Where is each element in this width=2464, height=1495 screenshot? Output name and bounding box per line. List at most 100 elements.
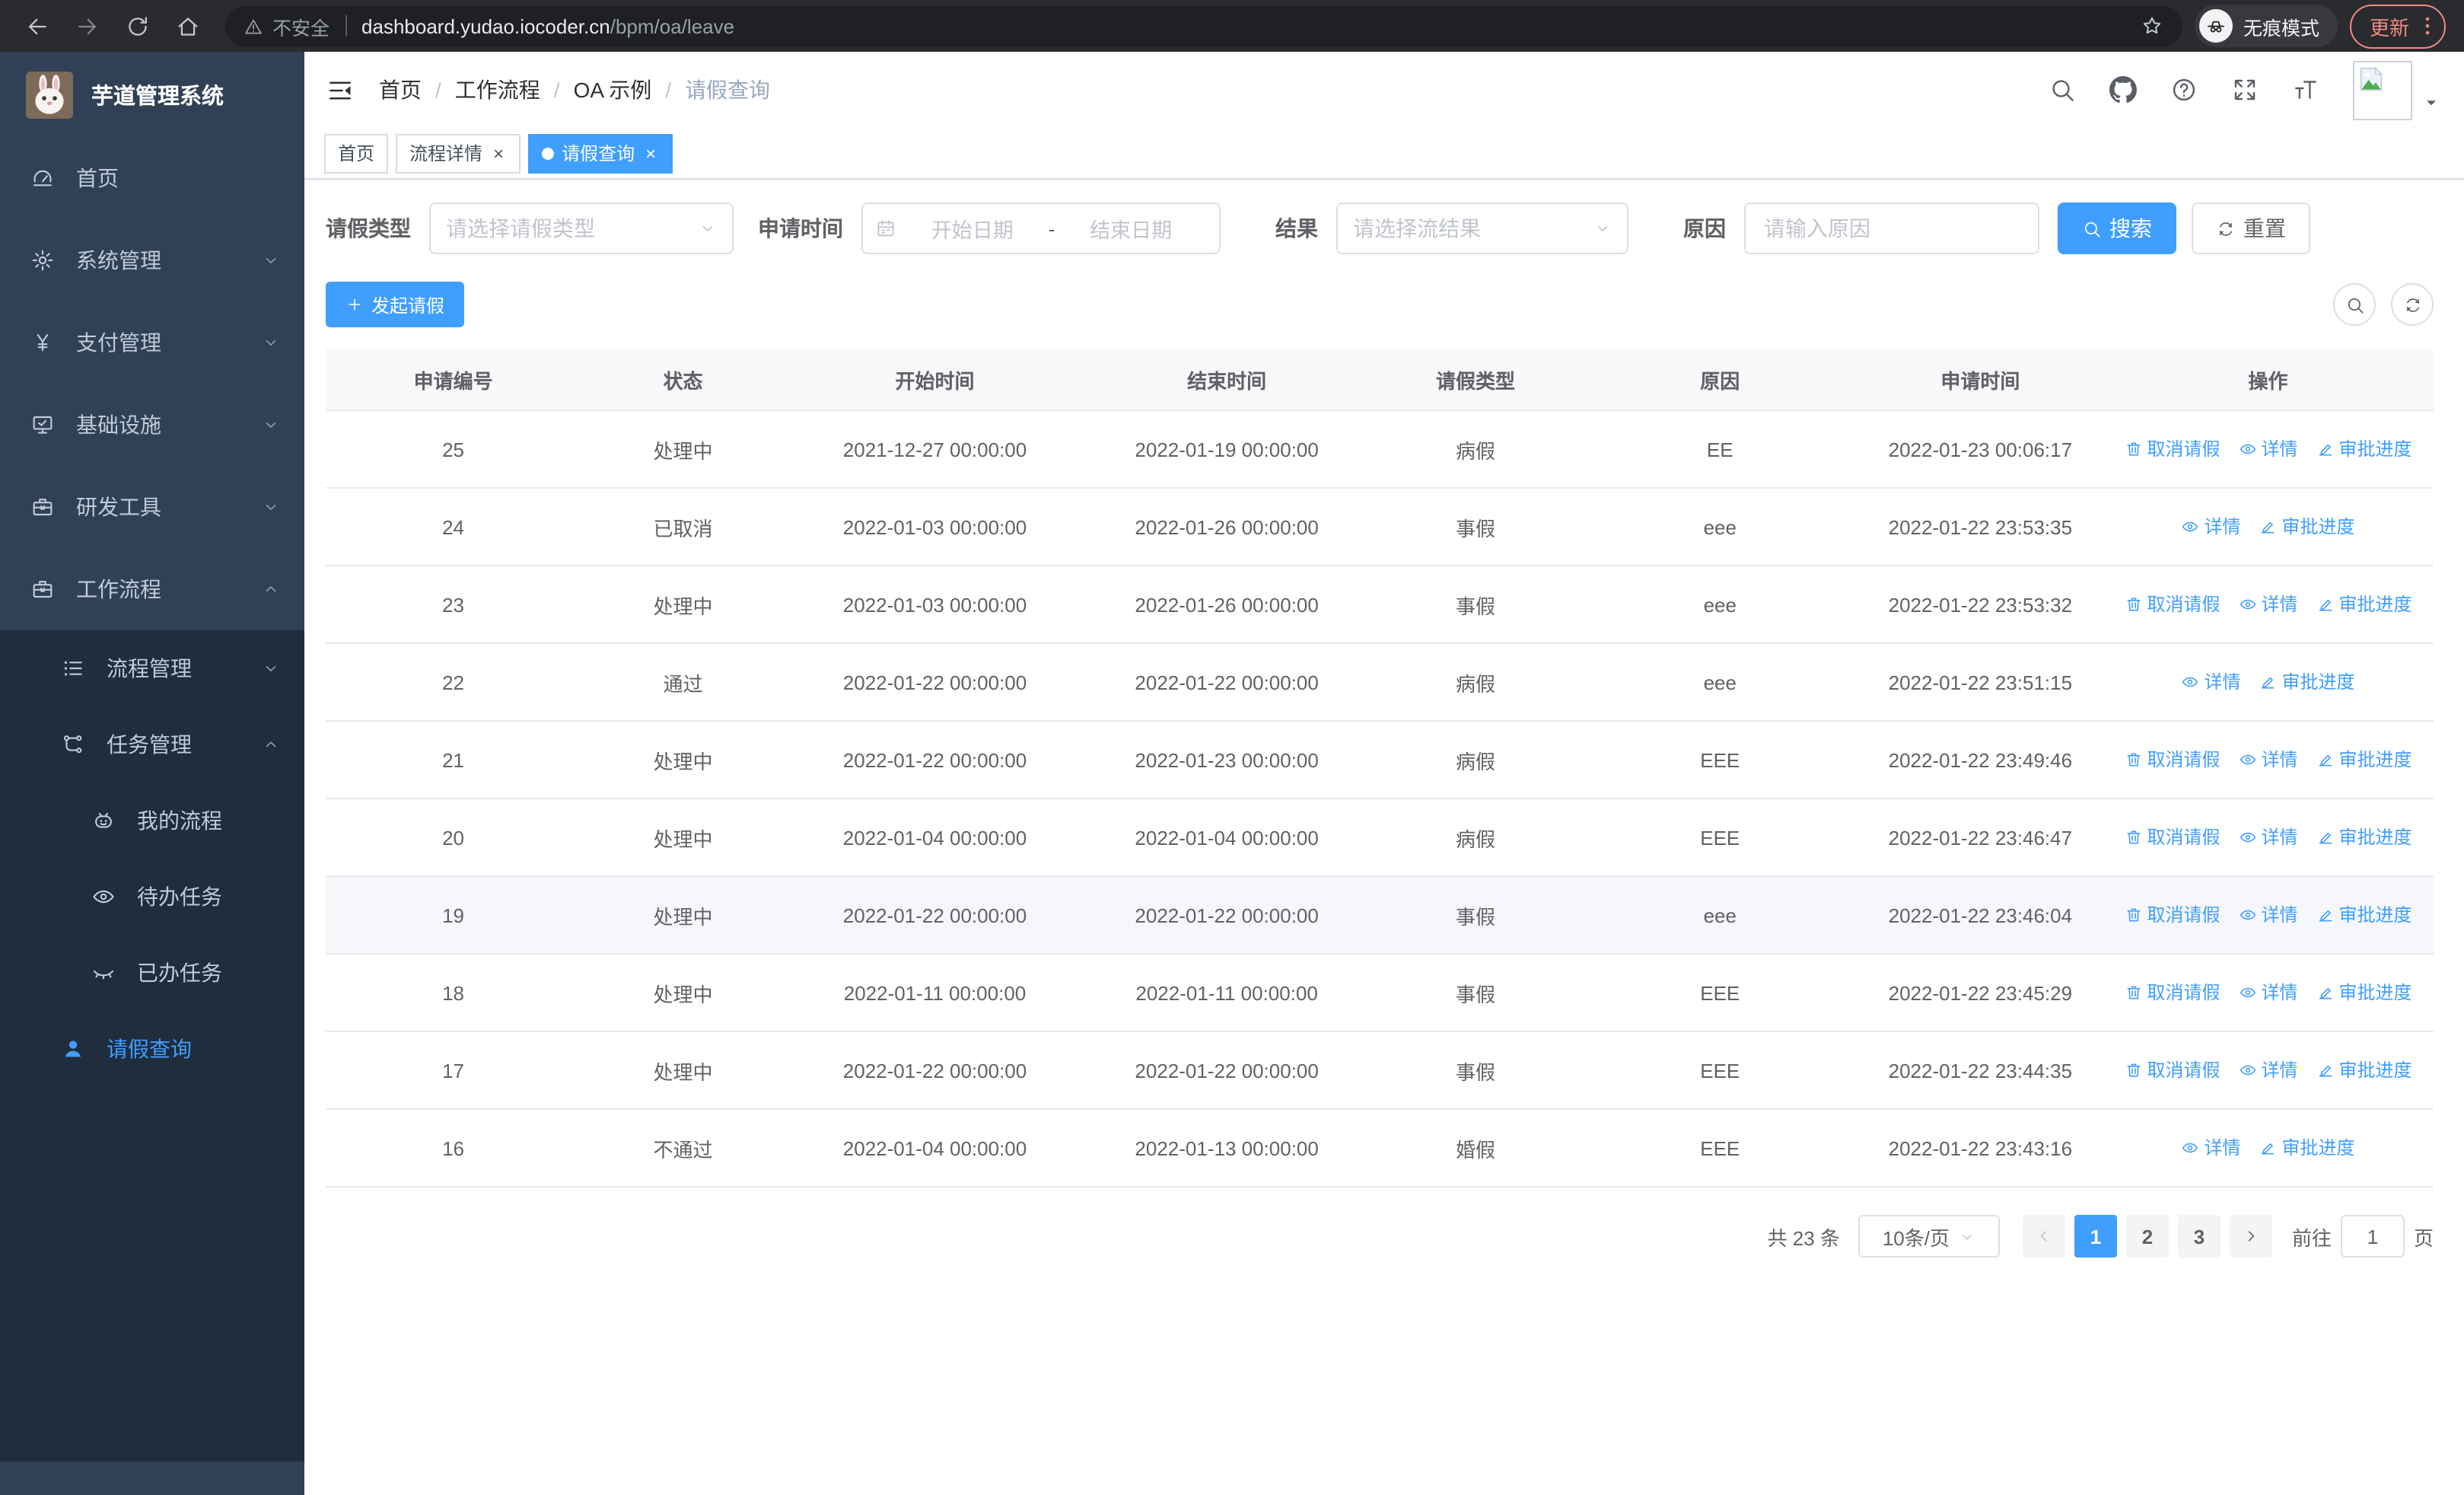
search-button[interactable]: 搜索 <box>2058 202 2176 254</box>
forward-icon[interactable] <box>75 13 100 39</box>
page-button-3[interactable]: 3 <box>2177 1215 2220 1258</box>
action-cancel-link[interactable]: 取消请假 <box>2124 591 2220 617</box>
leave-type-select[interactable]: 请选择请假类型 <box>429 202 734 254</box>
fullscreen-icon[interactable] <box>2231 76 2259 104</box>
browser-update-button[interactable]: 更新 <box>2349 4 2446 48</box>
avatar-caret-down-icon[interactable] <box>2423 94 2440 110</box>
action-cancel-link[interactable]: 取消请假 <box>2124 436 2220 462</box>
cell-end-time: 2022-01-22 00:00:00 <box>1084 1031 1370 1110</box>
action-detail-link[interactable]: 详情 <box>2238 1057 2298 1083</box>
breadcrumb-item[interactable]: 工作流程 <box>455 75 540 105</box>
start-date-placeholder: 开始日期 <box>931 219 1014 242</box>
action-progress-link[interactable]: 审批进度 <box>2316 824 2412 850</box>
toggle-search-button[interactable] <box>2333 283 2376 326</box>
sidebar-item-工作流程[interactable]: 工作流程 <box>0 548 304 630</box>
action-cancel-link[interactable]: 取消请假 <box>2124 980 2220 1006</box>
sidebar-item-我的流程[interactable]: 我的流程 <box>0 783 304 859</box>
prev-page-button[interactable] <box>2022 1215 2065 1258</box>
header-actions <box>2015 60 2440 120</box>
sidebar-item-流程管理[interactable]: 流程管理 <box>0 630 304 706</box>
action-label: 详情 <box>2204 1137 2241 1159</box>
view-tab-请假查询[interactable]: 请假查询 × <box>528 133 673 173</box>
action-progress-link[interactable]: 审批进度 <box>2316 1057 2412 1083</box>
reset-button[interactable]: 重置 <box>2192 202 2310 254</box>
action-detail-link[interactable]: 详情 <box>2238 980 2298 1006</box>
reason-input[interactable] <box>1744 202 2039 254</box>
sidebar-item-基础设施[interactable]: 基础设施 <box>0 384 304 466</box>
view-tab-流程详情[interactable]: 流程详情 × <box>396 133 521 173</box>
reload-icon[interactable] <box>125 13 151 39</box>
sidebar-collapse-icon[interactable] <box>326 75 355 104</box>
cell-status: 通过 <box>581 643 785 722</box>
page-size-select[interactable]: 10条/页 <box>1858 1215 2000 1258</box>
page-goto-input[interactable] <box>2340 1215 2405 1258</box>
action-label: 审批进度 <box>2281 671 2355 693</box>
cell-reason: eee <box>1581 643 1858 722</box>
action-progress-link[interactable]: 审批进度 <box>2316 980 2412 1006</box>
browser-menu-icon[interactable] <box>2415 14 2440 38</box>
edit-icon <box>2259 673 2278 691</box>
create-leave-button[interactable]: 发起请假 <box>326 282 465 327</box>
action-label: 审批进度 <box>2338 904 2412 926</box>
breadcrumb-item[interactable]: 首页 <box>379 75 422 105</box>
url-path: /bpm/oa/leave <box>610 14 735 37</box>
sidebar-item-待办任务[interactable]: 待办任务 <box>0 859 304 935</box>
action-detail-link[interactable]: 详情 <box>2238 824 2298 850</box>
action-detail-link[interactable]: 详情 <box>2181 669 2241 695</box>
action-detail-link[interactable]: 详情 <box>2238 436 2298 462</box>
security-chip-label[interactable]: 不安全 <box>272 11 329 40</box>
view-tab-首页[interactable]: 首页 <box>324 133 389 173</box>
action-label: 审批进度 <box>2338 749 2412 771</box>
trash-icon <box>2124 906 2142 924</box>
bookmark-star-icon[interactable] <box>2140 14 2164 38</box>
sidebar-item-系统管理[interactable]: 系统管理 <box>0 219 304 301</box>
font-size-icon[interactable] <box>2292 76 2319 104</box>
page-button-2[interactable]: 2 <box>2125 1215 2169 1258</box>
result-select[interactable]: 请选择流结果 <box>1336 202 1628 254</box>
next-page-button[interactable] <box>2229 1215 2272 1258</box>
apply-time-range-picker[interactable]: 开始日期 - 结束日期 <box>861 202 1221 254</box>
action-detail-link[interactable]: 详情 <box>2181 1135 2241 1161</box>
close-tab-icon[interactable]: × <box>490 142 507 164</box>
refresh-table-button[interactable] <box>2391 283 2434 326</box>
sidebar-logo-row[interactable]: 芋道管理系统 <box>0 52 304 137</box>
close-tab-icon[interactable]: × <box>642 142 659 164</box>
search-icon[interactable] <box>2049 76 2076 104</box>
back-icon[interactable] <box>24 13 50 39</box>
page-button-1[interactable]: 1 <box>2074 1215 2117 1258</box>
sidebar-item-已办任务[interactable]: 已办任务 <box>0 935 304 1011</box>
sidebar-item-首页[interactable]: 首页 <box>0 137 304 219</box>
chevron-down-icon <box>262 498 280 516</box>
action-cancel-link[interactable]: 取消请假 <box>2124 902 2220 928</box>
action-progress-link[interactable]: 审批进度 <box>2259 514 2355 540</box>
address-bar[interactable]: 不安全 dashboard.yudao.iocoder.cn/bpm/oa/le… <box>225 5 2182 46</box>
dashboard-icon <box>30 166 55 190</box>
action-progress-link[interactable]: 审批进度 <box>2259 669 2355 695</box>
page-size-label: 10条/页 <box>1882 1226 1950 1249</box>
sidebar-item-任务管理[interactable]: 任务管理 <box>0 706 304 783</box>
action-progress-link[interactable]: 审批进度 <box>2316 902 2412 928</box>
avatar[interactable] <box>2353 60 2412 120</box>
action-progress-link[interactable]: 审批进度 <box>2259 1135 2355 1161</box>
sidebar-item-支付管理[interactable]: 支付管理 <box>0 301 304 384</box>
sidebar-item-研发工具[interactable]: 研发工具 <box>0 466 304 548</box>
chevron-down-icon <box>262 416 280 434</box>
action-progress-link[interactable]: 审批进度 <box>2316 436 2412 462</box>
table-row: 19 处理中 2022-01-22 00:00:00 2022-01-22 00:00… <box>326 876 2434 955</box>
action-detail-link[interactable]: 详情 <box>2238 902 2298 928</box>
home-icon[interactable] <box>175 13 201 39</box>
github-icon[interactable] <box>2109 76 2137 104</box>
action-detail-link[interactable]: 详情 <box>2181 514 2241 540</box>
sidebar-item-请假查询[interactable]: 请假查询 <box>0 1011 304 1087</box>
action-detail-link[interactable]: 详情 <box>2238 591 2298 617</box>
question-icon[interactable] <box>2170 76 2198 104</box>
update-label[interactable]: 更新 <box>2370 11 2409 40</box>
action-progress-link[interactable]: 审批进度 <box>2316 591 2412 617</box>
action-progress-link[interactable]: 审批进度 <box>2316 747 2412 773</box>
table-toolbar: 发起请假 <box>326 282 2434 327</box>
action-cancel-link[interactable]: 取消请假 <box>2124 824 2220 850</box>
action-cancel-link[interactable]: 取消请假 <box>2124 1057 2220 1083</box>
action-detail-link[interactable]: 详情 <box>2238 747 2298 773</box>
breadcrumb-item[interactable]: OA 示例 <box>574 75 652 105</box>
action-cancel-link[interactable]: 取消请假 <box>2124 747 2220 773</box>
